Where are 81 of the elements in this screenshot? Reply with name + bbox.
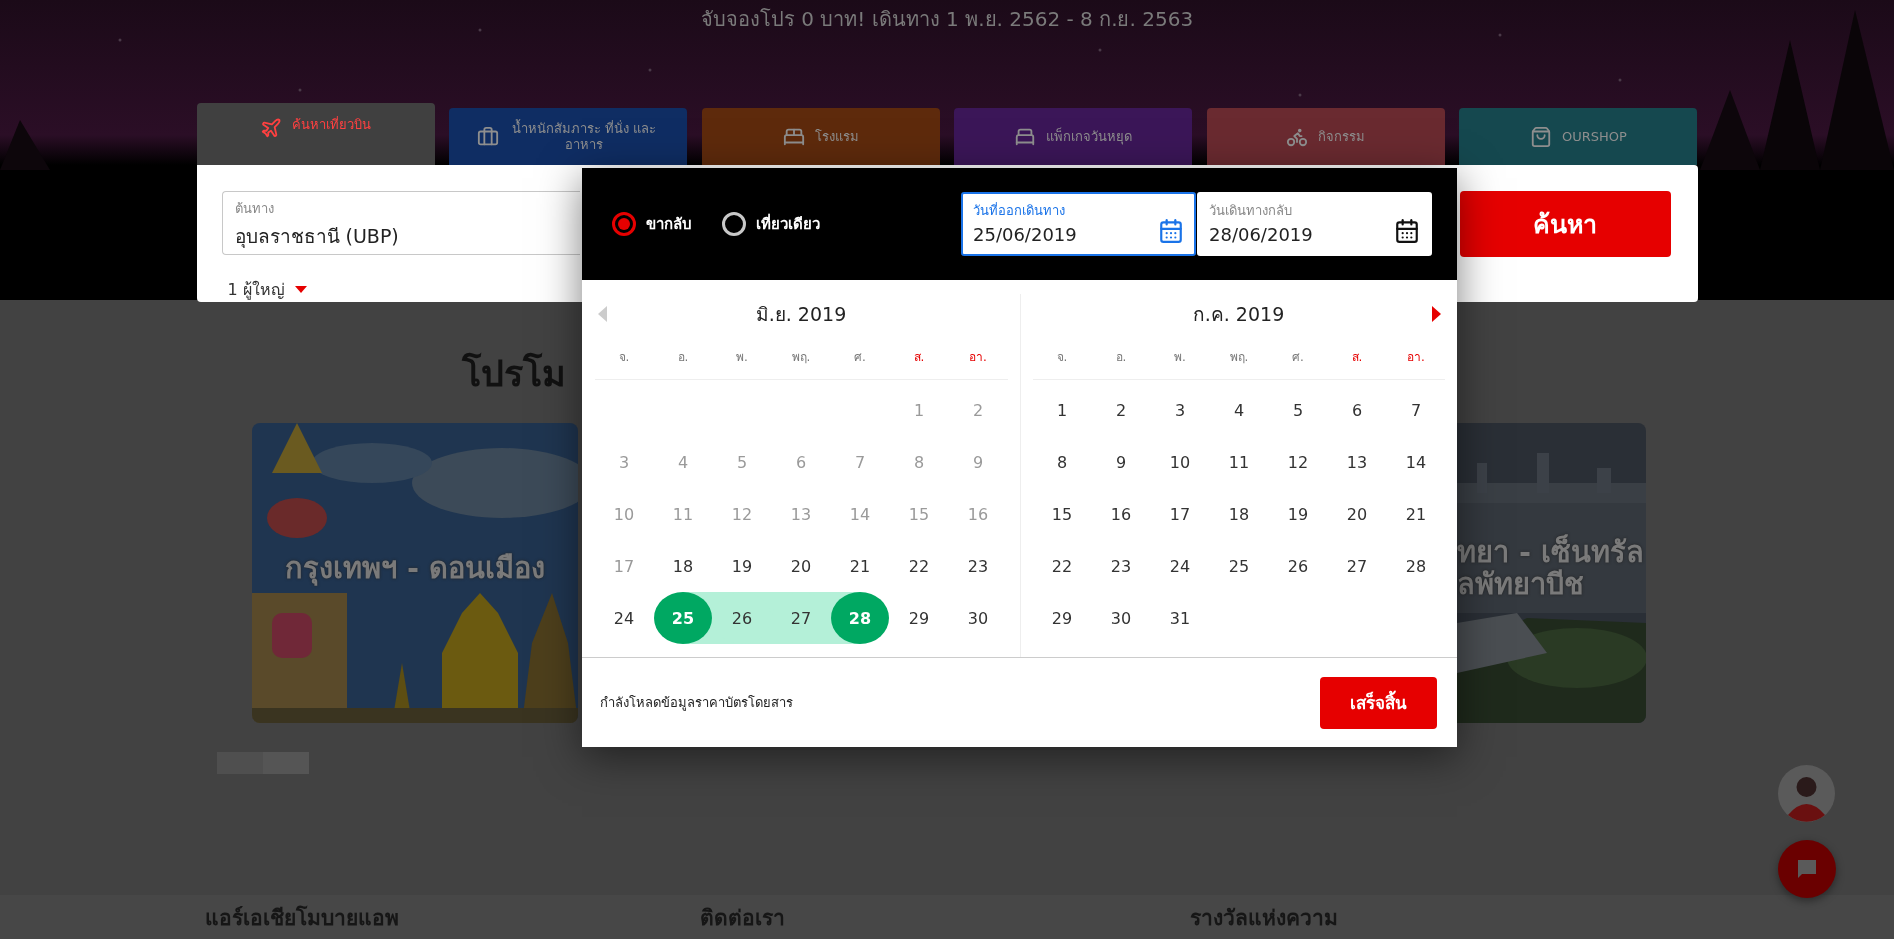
- weekday-label: จ.: [617, 349, 631, 366]
- weekday-label: จ.: [1055, 349, 1069, 366]
- calendar-day[interactable]: 21: [1387, 488, 1445, 540]
- weekday-label: พฤ.: [790, 349, 812, 366]
- calendar-day[interactable]: 29: [1033, 592, 1091, 644]
- calendar-day[interactable]: 13: [1328, 436, 1386, 488]
- weekday-label: อ.: [676, 349, 690, 366]
- calendar-day[interactable]: 19: [1269, 488, 1327, 540]
- calendar-icon[interactable]: [1394, 218, 1420, 244]
- weekday-label: อา.: [1406, 349, 1426, 366]
- radio-button[interactable]: [722, 212, 746, 236]
- calendar-day[interactable]: 28: [1387, 540, 1445, 592]
- bag-icon: [1530, 125, 1552, 148]
- weekday-label: ส.: [912, 349, 926, 366]
- calendar-day[interactable]: 20: [1328, 488, 1386, 540]
- calendar-day[interactable]: 30: [1092, 592, 1150, 644]
- weekday-label: ศ.: [1291, 349, 1305, 366]
- calendar-day[interactable]: 9: [1092, 436, 1150, 488]
- suitcase-icon: [477, 125, 500, 148]
- calendar-day[interactable]: 23: [1092, 540, 1150, 592]
- calendar-day[interactable]: 14: [1387, 436, 1445, 488]
- calendar-day[interactable]: 26: [1269, 540, 1327, 592]
- radio-button[interactable]: [612, 212, 636, 236]
- plane-icon: [260, 117, 282, 139]
- calendar-day[interactable]: 1: [1033, 384, 1091, 436]
- caret-down-icon: [294, 286, 307, 293]
- weekday-label: อ.: [1114, 349, 1128, 366]
- calendar-day[interactable]: 29: [890, 592, 948, 644]
- origin-field[interactable]: ต้นทาง อุบลราชธานี (UBP): [221, 191, 580, 255]
- search-button[interactable]: ค้นหา: [1459, 191, 1671, 257]
- calendar-day[interactable]: 30: [949, 592, 1007, 644]
- nav-tab[interactable]: น้ำหนักสัมภาระ ที่นั่ง และ อาหาร: [449, 108, 688, 165]
- calendar-day[interactable]: 10: [1151, 436, 1209, 488]
- calendar-day[interactable]: 7: [1387, 384, 1445, 436]
- date-field[interactable]: วันเดินทางกลับ 28/06/2019: [1197, 192, 1432, 256]
- nav-tab[interactable]: แพ็กเกจวันหยุด: [954, 108, 1193, 165]
- calendar-day[interactable]: 18: [1210, 488, 1268, 540]
- calendar-day[interactable]: 16: [1092, 488, 1150, 540]
- calendar-day[interactable]: 11: [1210, 436, 1268, 488]
- calendar-day[interactable]: 5: [1269, 384, 1327, 436]
- weekday-label: ศ.: [853, 349, 867, 366]
- calendar-day[interactable]: 19: [713, 540, 771, 592]
- calendar-day[interactable]: 3: [1151, 384, 1209, 436]
- card-title: กรุงเทพฯ - ดอนเมือง: [284, 552, 546, 584]
- weekday-label: พ.: [1173, 349, 1187, 366]
- calendar-day[interactable]: 2: [1092, 384, 1150, 436]
- calendar-day[interactable]: 25: [1210, 540, 1268, 592]
- date-field[interactable]: วันที่ออกเดินทาง 25/06/2019: [961, 192, 1196, 256]
- nav-tab[interactable]: โรงแรม: [701, 108, 940, 165]
- weekday-label: พฤ.: [1228, 349, 1250, 366]
- passenger-selector[interactable]: 1 ผู้ใหญ่: [227, 277, 285, 302]
- weekday-label: อา.: [968, 349, 988, 366]
- calendar-day[interactable]: 23: [949, 540, 1007, 592]
- calendar-day[interactable]: 21: [831, 540, 889, 592]
- calendar-day[interactable]: 4: [1210, 384, 1268, 436]
- promo-headline: จับจองโปร 0 บาท! เดินทาง 1 พ.ย. 2562 - 8 ก.ย. 2563: [700, 6, 1194, 33]
- calendar-day[interactable]: 22: [1033, 540, 1091, 592]
- calendar-day[interactable]: 24: [595, 592, 653, 644]
- chat-icon: [1795, 857, 1819, 881]
- calendar-day[interactable]: 17: [1151, 488, 1209, 540]
- month-title: ก.ค. 2019: [1192, 302, 1285, 327]
- calendar-day[interactable]: 12: [1269, 436, 1327, 488]
- calendar-day[interactable]: 18: [654, 540, 712, 592]
- loading-status: กำลังโหลดข้อมูลราคาบัตรโดยสาร: [600, 694, 793, 713]
- card-title: ลพัทยาบีช: [1457, 568, 1584, 600]
- avatar[interactable]: [1778, 765, 1835, 822]
- radio-label[interactable]: เที่ยวเดียว: [756, 212, 820, 236]
- month-title: มิ.ย. 2019: [755, 302, 847, 327]
- calendar-day[interactable]: 8: [1033, 436, 1091, 488]
- calendar-day[interactable]: 15: [1033, 488, 1091, 540]
- done-button[interactable]: เสร็จสิ้น: [1320, 676, 1437, 729]
- weekday-label: ส.: [1350, 349, 1364, 366]
- calendar-day[interactable]: 6: [1328, 384, 1386, 436]
- card-title: ทยา - เซ็นทรัล: [1457, 536, 1645, 568]
- calendar-day[interactable]: 27: [1328, 540, 1386, 592]
- calendar-day[interactable]: 20: [772, 540, 830, 592]
- weekday-label: พ.: [735, 349, 749, 366]
- calendar-day[interactable]: 24: [1151, 540, 1209, 592]
- radio-label[interactable]: ขากลับ: [646, 212, 692, 236]
- calendar-day[interactable]: 31: [1151, 592, 1209, 644]
- calendar-day[interactable]: 22: [890, 540, 948, 592]
